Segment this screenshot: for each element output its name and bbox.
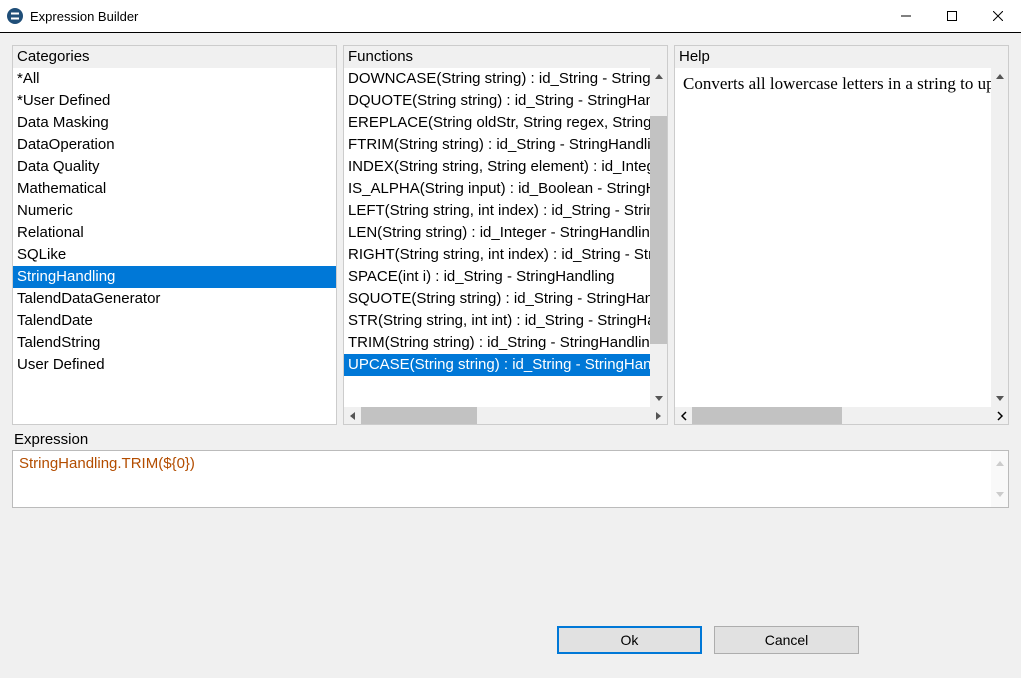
function-item[interactable]: EREPLACE(String oldStr, String regex, St… (344, 112, 650, 134)
help-panel: Help Converts all lowercase letters in a… (674, 45, 1009, 425)
function-item[interactable]: FTRIM(String string) : id_String - Strin… (344, 134, 650, 156)
function-item[interactable]: IS_ALPHA(String input) : id_Boolean - St… (344, 178, 650, 200)
function-item[interactable]: LEFT(String string, int index) : id_Stri… (344, 200, 650, 222)
function-item[interactable]: SPACE(int i) : id_String - StringHandlin… (344, 266, 650, 288)
expression-vertical-scrollbar[interactable] (991, 451, 1008, 507)
functions-header: Functions (344, 46, 667, 68)
function-item[interactable]: UPCASE(String string) : id_String - Stri… (344, 354, 650, 376)
function-item[interactable]: DQUOTE(String string) : id_String - Stri… (344, 90, 650, 112)
category-item[interactable]: Data Masking (13, 112, 336, 134)
scroll-down-icon[interactable] (650, 390, 667, 407)
categories-panel: Categories *All*User DefinedData Masking… (12, 45, 337, 425)
category-item[interactable]: TalendDataGenerator (13, 288, 336, 310)
scroll-up-icon[interactable] (991, 68, 1008, 85)
category-item[interactable]: Numeric (13, 200, 336, 222)
functions-panel: Functions DOWNCASE(String string) : id_S… (343, 45, 668, 425)
functions-vertical-scrollbar[interactable] (650, 68, 667, 407)
expression-label: Expression (12, 431, 1009, 448)
help-vertical-scrollbar[interactable] (991, 68, 1008, 407)
categories-header: Categories (13, 46, 336, 68)
ok-button[interactable]: Ok (557, 626, 702, 654)
scroll-right-icon[interactable] (650, 407, 667, 424)
function-item[interactable]: RIGHT(String string, int index) : id_Str… (344, 244, 650, 266)
function-item[interactable]: TRIM(String string) : id_String - String… (344, 332, 650, 354)
function-item[interactable]: INDEX(String string, String element) : i… (344, 156, 650, 178)
scroll-left-icon[interactable] (675, 407, 692, 424)
functions-listbox[interactable]: DOWNCASE(String string) : id_String - St… (344, 68, 650, 407)
minimize-button[interactable] (883, 0, 929, 32)
help-horizontal-scrollbar[interactable] (675, 407, 1008, 424)
category-item[interactable]: Relational (13, 222, 336, 244)
cancel-button[interactable]: Cancel (714, 626, 859, 654)
window-title: Expression Builder (30, 9, 138, 24)
function-item[interactable]: DOWNCASE(String string) : id_String - St… (344, 68, 650, 90)
scroll-down-icon[interactable] (991, 390, 1008, 407)
category-item[interactable]: *All (13, 68, 336, 90)
help-header: Help (675, 46, 1008, 68)
category-item[interactable]: TalendString (13, 332, 336, 354)
category-item[interactable]: *User Defined (13, 90, 336, 112)
function-item[interactable]: LEN(String string) : id_Integer - String… (344, 222, 650, 244)
dialog-buttons: Ok Cancel (12, 626, 1009, 666)
category-item[interactable]: TalendDate (13, 310, 336, 332)
scroll-left-icon[interactable] (344, 407, 361, 424)
category-item[interactable]: Mathematical (13, 178, 336, 200)
scroll-down-icon[interactable] (991, 482, 1008, 507)
category-item[interactable]: DataOperation (13, 134, 336, 156)
category-item[interactable]: StringHandling (13, 266, 336, 288)
app-icon (6, 7, 24, 25)
scroll-up-icon[interactable] (991, 451, 1008, 476)
scroll-right-icon[interactable] (991, 407, 1008, 424)
function-item[interactable]: STR(String string, int int) : id_String … (344, 310, 650, 332)
expression-input[interactable]: StringHandling.TRIM(${0}) (13, 451, 991, 507)
category-item[interactable]: User Defined (13, 354, 336, 376)
close-button[interactable] (975, 0, 1021, 32)
categories-listbox[interactable]: *All*User DefinedData MaskingDataOperati… (13, 68, 336, 424)
titlebar: Expression Builder (0, 0, 1021, 32)
functions-horizontal-scrollbar[interactable] (344, 407, 667, 424)
top-panels: Categories *All*User DefinedData Masking… (12, 45, 1009, 425)
scroll-up-icon[interactable] (650, 68, 667, 85)
maximize-button[interactable] (929, 0, 975, 32)
help-text: Converts all lowercase letters in a stri… (675, 68, 991, 407)
category-item[interactable]: Data Quality (13, 156, 336, 178)
function-item[interactable]: SQUOTE(String string) : id_String - Stri… (344, 288, 650, 310)
category-item[interactable]: SQLike (13, 244, 336, 266)
expression-section: Expression StringHandling.TRIM(${0}) (12, 431, 1009, 508)
